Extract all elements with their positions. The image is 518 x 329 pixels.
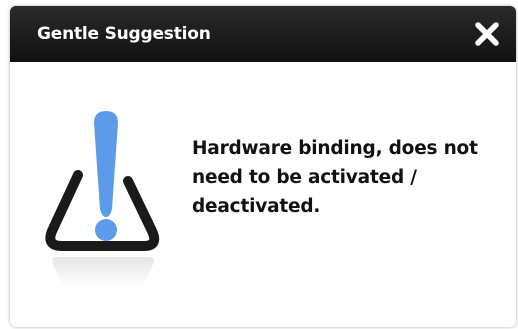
dialog-message: Hardware binding, does not need to be ac… — [192, 138, 478, 217]
suggestion-dialog: Gentle Suggestion Hardware binding, does… — [10, 6, 516, 327]
dialog-title: Gentle Suggestion — [37, 24, 211, 44]
warning-exclamation-icon — [38, 105, 168, 290]
dialog-body: Hardware binding, does not need to be ac… — [10, 62, 516, 327]
close-icon[interactable] — [473, 20, 501, 48]
dialog-titlebar: Gentle Suggestion — [10, 6, 516, 62]
